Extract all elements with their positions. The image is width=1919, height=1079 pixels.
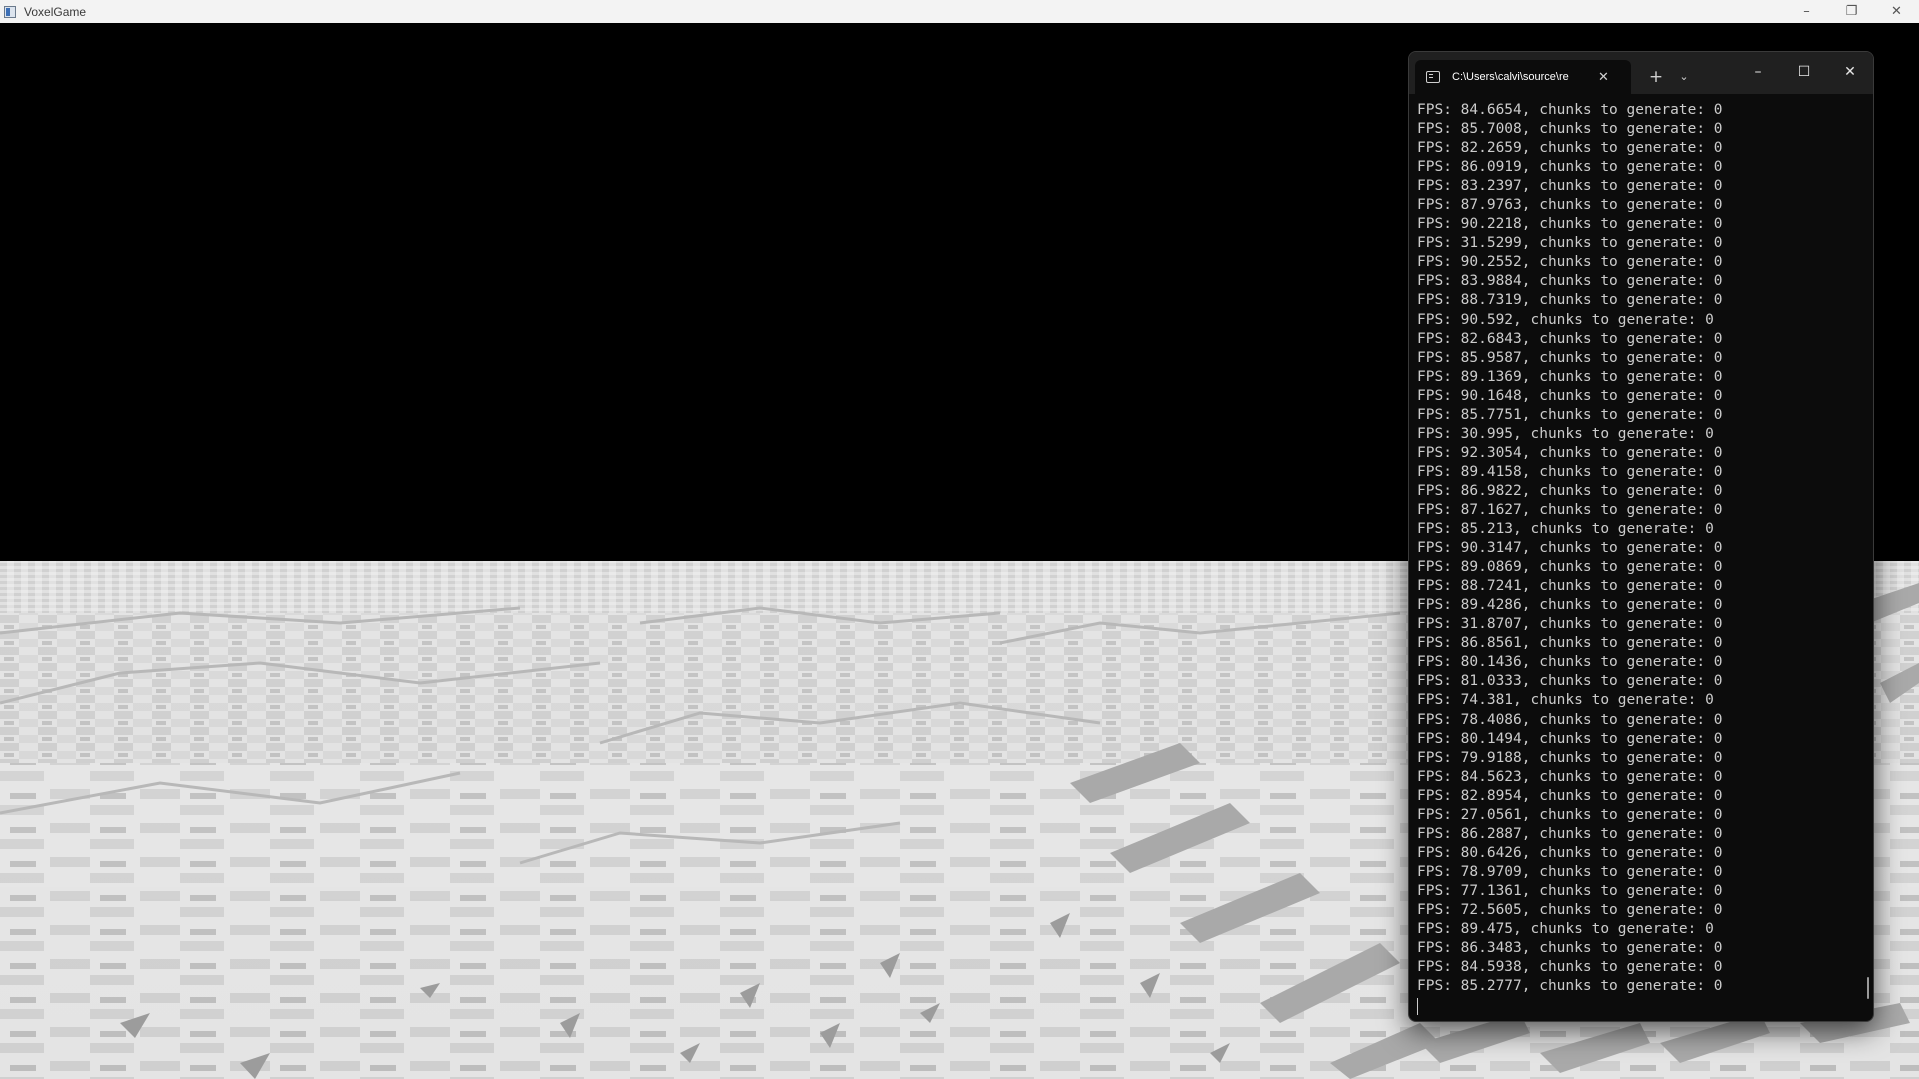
terminal-tab[interactable]: C:\Users\calvi\source\re ✕ — [1415, 60, 1631, 94]
terminal-line: FPS: 89.4286, chunks to generate: 0 — [1417, 597, 1723, 614]
terminal-line: FPS: 83.2397, chunks to generate: 0 — [1417, 178, 1723, 195]
terminal-line: FPS: 85.9587, chunks to generate: 0 — [1417, 349, 1723, 366]
terminal-line: FPS: 85.7008, chunks to generate: 0 — [1417, 121, 1723, 138]
terminal-line: FPS: 85.213, chunks to generate: 0 — [1417, 521, 1714, 538]
terminal-line: FPS: 86.0919, chunks to generate: 0 — [1417, 159, 1723, 176]
terminal-line: FPS: 81.0333, chunks to generate: 0 — [1417, 673, 1723, 690]
terminal-line: FPS: 31.5299, chunks to generate: 0 — [1417, 235, 1723, 252]
terminal-minimize-button[interactable]: – — [1735, 52, 1781, 92]
chevron-down-icon[interactable]: ⌄ — [1673, 66, 1695, 88]
terminal-line: FPS: 78.9709, chunks to generate: 0 — [1417, 863, 1723, 880]
terminal-line: FPS: 88.7241, chunks to generate: 0 — [1417, 578, 1723, 595]
close-tab-icon[interactable]: ✕ — [1598, 70, 1609, 85]
terminal-icon — [1426, 71, 1440, 83]
terminal-line: FPS: 82.8954, chunks to generate: 0 — [1417, 787, 1723, 804]
app-window-icon — [4, 5, 16, 18]
terminal-line: FPS: 85.7751, chunks to generate: 0 — [1417, 406, 1723, 423]
terminal-scrollbar[interactable] — [1867, 977, 1869, 999]
terminal-line: FPS: 92.3054, chunks to generate: 0 — [1417, 444, 1723, 461]
terminal-line: FPS: 87.9763, chunks to generate: 0 — [1417, 197, 1723, 214]
terminal-line: FPS: 90.2552, chunks to generate: 0 — [1417, 254, 1723, 271]
terminal-line: FPS: 84.6654, chunks to generate: 0 — [1417, 102, 1723, 118]
terminal-line: FPS: 72.5605, chunks to generate: 0 — [1417, 901, 1723, 918]
terminal-line: FPS: 90.1648, chunks to generate: 0 — [1417, 387, 1723, 404]
terminal-line: FPS: 87.1627, chunks to generate: 0 — [1417, 501, 1723, 518]
terminal-line: FPS: 80.6426, chunks to generate: 0 — [1417, 844, 1723, 861]
terminal-cursor — [1417, 998, 1418, 1016]
game-close-button[interactable]: ✕ — [1874, 0, 1919, 23]
terminal-line: FPS: 85.2777, chunks to generate: 0 — [1417, 978, 1723, 995]
terminal-line: FPS: 79.9188, chunks to generate: 0 — [1417, 749, 1723, 766]
terminal-maximize-button[interactable]: ☐ — [1781, 52, 1827, 92]
terminal-window[interactable]: C:\Users\calvi\source\re ✕ + ⌄ – ☐ ✕ FPS… — [1408, 51, 1874, 1022]
terminal-line: FPS: 90.2218, chunks to generate: 0 — [1417, 216, 1723, 233]
terminal-line: FPS: 86.9822, chunks to generate: 0 — [1417, 482, 1723, 499]
terminal-tab-title: C:\Users\calvi\source\re — [1452, 71, 1569, 83]
terminal-line: FPS: 78.4086, chunks to generate: 0 — [1417, 711, 1723, 728]
terminal-line: FPS: 90.592, chunks to generate: 0 — [1417, 311, 1714, 328]
terminal-line: FPS: 88.7319, chunks to generate: 0 — [1417, 292, 1723, 309]
terminal-line: FPS: 89.1369, chunks to generate: 0 — [1417, 368, 1723, 385]
terminal-caption-buttons: – ☐ ✕ — [1735, 52, 1873, 92]
terminal-line: FPS: 84.5623, chunks to generate: 0 — [1417, 768, 1723, 785]
terminal-line: FPS: 83.9884, chunks to generate: 0 — [1417, 273, 1723, 290]
game-minimize-button[interactable]: – — [1784, 0, 1829, 23]
terminal-close-button[interactable]: ✕ — [1827, 52, 1873, 92]
terminal-output[interactable]: FPS: 84.6654, chunks to generate: 0 FPS:… — [1417, 101, 1857, 1021]
game-window-title: VoxelGame — [24, 4, 87, 19]
terminal-line: FPS: 27.0561, chunks to generate: 0 — [1417, 806, 1723, 823]
terminal-line: FPS: 82.2659, chunks to generate: 0 — [1417, 140, 1723, 157]
new-tab-button[interactable]: + — [1645, 66, 1667, 88]
game-titlebar[interactable]: VoxelGame – ❐ ✕ — [0, 0, 1919, 23]
terminal-line: FPS: 86.8561, chunks to generate: 0 — [1417, 635, 1723, 652]
terminal-line: FPS: 89.475, chunks to generate: 0 — [1417, 921, 1714, 938]
terminal-line: FPS: 86.3483, chunks to generate: 0 — [1417, 940, 1723, 957]
terminal-line: FPS: 86.2887, chunks to generate: 0 — [1417, 825, 1723, 842]
terminal-line: FPS: 80.1436, chunks to generate: 0 — [1417, 654, 1723, 671]
game-restore-button[interactable]: ❐ — [1829, 0, 1874, 23]
terminal-titlebar[interactable]: C:\Users\calvi\source\re ✕ + ⌄ – ☐ ✕ — [1409, 52, 1873, 94]
terminal-line: FPS: 30.995, chunks to generate: 0 — [1417, 425, 1714, 442]
terminal-line: FPS: 80.1494, chunks to generate: 0 — [1417, 730, 1723, 747]
terminal-line: FPS: 84.5938, chunks to generate: 0 — [1417, 959, 1723, 976]
terminal-line: FPS: 31.8707, chunks to generate: 0 — [1417, 616, 1723, 633]
game-caption-buttons: – ❐ ✕ — [1784, 0, 1919, 23]
terminal-line: FPS: 89.4158, chunks to generate: 0 — [1417, 463, 1723, 480]
terminal-line: FPS: 77.1361, chunks to generate: 0 — [1417, 882, 1723, 899]
terminal-line: FPS: 90.3147, chunks to generate: 0 — [1417, 540, 1723, 557]
terminal-line: FPS: 82.6843, chunks to generate: 0 — [1417, 330, 1723, 347]
terminal-line: FPS: 74.381, chunks to generate: 0 — [1417, 692, 1714, 709]
terminal-line: FPS: 89.0869, chunks to generate: 0 — [1417, 559, 1723, 576]
